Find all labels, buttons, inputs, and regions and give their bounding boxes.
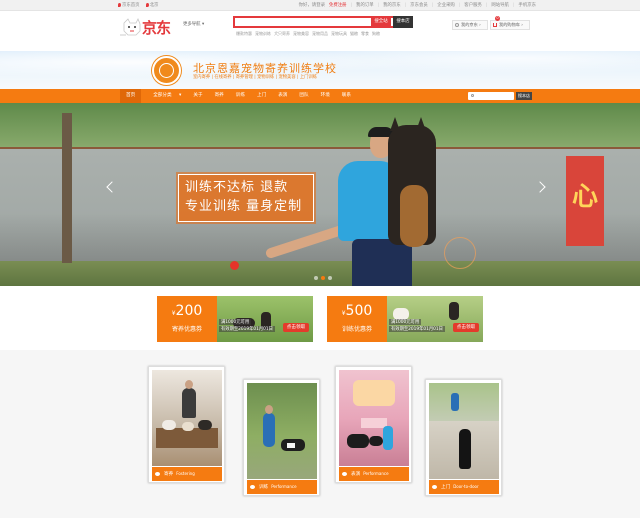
orders-link[interactable]: 我的订单 — [356, 2, 374, 8]
hot-keyword[interactable]: 狗粮 — [372, 31, 380, 37]
shop-search-input[interactable] — [468, 92, 514, 100]
location-selector[interactable]: 北京 — [145, 2, 158, 8]
nav-all-categories[interactable]: 全部分类 ▾ — [141, 89, 187, 103]
login-link[interactable]: 你好，请登录 — [299, 2, 325, 8]
home-link[interactable]: 京东首页 — [118, 2, 140, 8]
vip-link[interactable]: 京东会员 — [410, 2, 428, 8]
service-card-door-to-door[interactable]: 上门 Door-to-door — [425, 379, 502, 496]
cart-count-badge: 0 — [495, 16, 500, 21]
hot-keyword[interactable]: 宠物训练 — [255, 31, 271, 37]
nav-team[interactable]: 团队 — [293, 89, 314, 103]
paw-icon — [155, 472, 160, 476]
hot-keyword[interactable]: 猫粮 — [350, 31, 358, 37]
service-cards: 寄养 Fostering 训练 Performance 表演 Performance … — [0, 350, 640, 518]
search-shop-button[interactable]: 搜本店 — [393, 16, 413, 28]
fostering-coupon[interactable]: ¥200 寄养优惠券 满1000元可用 有效期至2019年01月01日 点击领取 — [157, 296, 313, 342]
fostering-photo — [152, 370, 222, 466]
top-utility-bar: 京东首页 北京 你好，请登录 免费注册 | 我的订单 | 我的京东 | 京东会员… — [0, 0, 640, 11]
shop-subtitle: 室内寄养 | 在线寄养 | 寄养管理 | 宠物训练 | 宠物美容 | 上门训练 — [193, 75, 318, 80]
nav-door-to-door[interactable]: 上门 — [251, 89, 272, 103]
user-icon — [455, 23, 459, 27]
hot-keyword[interactable]: 零食 — [361, 31, 369, 37]
carousel-dot-active[interactable] — [321, 276, 325, 280]
register-link[interactable]: 免费注册 — [329, 2, 347, 8]
logo-text: 京东 — [142, 19, 171, 37]
hero-carousel[interactable]: 心 训练不达标 退款 专业训练 量身定制 — [0, 103, 640, 286]
door-to-door-photo — [429, 383, 499, 479]
nav-fostering[interactable]: 寄养 — [209, 89, 230, 103]
hot-keyword[interactable]: 宠物玩具 — [331, 31, 347, 37]
claim-coupon-button[interactable]: 点击领取 — [453, 323, 479, 332]
home-icon — [118, 2, 121, 7]
service-link[interactable]: 客户服务 — [464, 2, 482, 8]
red-ball — [230, 261, 239, 270]
hot-keyword[interactable]: 爆款特惠 — [236, 31, 252, 37]
nav-about[interactable]: 关于 — [187, 89, 208, 103]
nav-training[interactable]: 训练 — [230, 89, 251, 103]
paw-icon — [159, 63, 174, 78]
location-pin-icon — [145, 2, 149, 7]
coupon-section: ¥200 寄养优惠券 满1000元可用 有效期至2019年01月01日 点击领取… — [0, 286, 640, 350]
shop-search-button[interactable]: 搜本店 — [516, 92, 532, 100]
search-icon — [471, 94, 474, 97]
hero-slogan: 训练不达标 退款 专业训练 量身定制 — [178, 174, 314, 222]
carousel-dot[interactable] — [314, 276, 318, 280]
shop-banner: 北京恩嘉宠物寄养训练学校 室内寄养 | 在线寄养 | 寄养管理 | 宠物训练 |… — [0, 51, 640, 89]
nav-performance[interactable]: 表演 — [272, 89, 293, 103]
watermark-stamp — [444, 237, 476, 269]
shop-logo[interactable] — [152, 56, 181, 85]
more-nav-button[interactable]: 更多导航 ▾ — [183, 21, 204, 27]
claim-coupon-button[interactable]: 点击领取 — [283, 323, 309, 332]
service-card-training[interactable]: 训练 Performance — [243, 379, 320, 496]
performance-photo — [339, 370, 409, 466]
jd-logo[interactable]: 京东 — [118, 15, 182, 41]
my-jd-link[interactable]: 我的京东 — [383, 2, 401, 8]
shop-nav: 首页 全部分类 ▾ 关于 寄养 训练 上门 表演 团队 环境 联系 搜本店 — [0, 89, 640, 103]
cart-icon — [493, 23, 497, 27]
hot-keywords: 爆款特惠 宠物训练 犬只寄养 宠物美容 宠物用品 宠物玩具 猫粮 零食 狗粮 — [236, 31, 380, 37]
service-card-fostering[interactable]: 寄养 Fostering — [148, 366, 225, 483]
carousel-dots — [314, 276, 332, 280]
cart-button[interactable]: 0 我的购物车 › — [490, 16, 530, 30]
red-wall-sign: 心 — [566, 156, 604, 246]
header: 京东 更多导航 ▾ 搜全站 搜本店 爆款特惠 宠物训练 犬只寄养 宠物美容 宠物… — [0, 11, 640, 59]
hot-keyword[interactable]: 宠物美容 — [293, 31, 309, 37]
nav-home[interactable]: 首页 — [120, 89, 142, 103]
site-nav-link[interactable]: 网站导航 — [491, 2, 509, 8]
hot-keyword[interactable]: 犬只寄养 — [274, 31, 290, 37]
mobile-jd-link[interactable]: 手机京东 — [518, 2, 536, 8]
enterprise-link[interactable]: 企业采购 — [437, 2, 455, 8]
search-all-button[interactable]: 搜全站 — [371, 16, 391, 28]
my-jd-button[interactable]: 我的京东 › — [452, 20, 488, 30]
hot-keyword[interactable]: 宠物用品 — [312, 31, 328, 37]
carousel-dot[interactable] — [328, 276, 332, 280]
paw-icon — [342, 472, 347, 476]
search-input[interactable] — [237, 18, 377, 26]
service-card-performance[interactable]: 表演 Performance — [335, 366, 412, 483]
paw-icon — [250, 485, 255, 489]
training-coupon[interactable]: ¥500 训练优惠券 满1000元可用 有效期至2019年01月01日 点击领取 — [327, 296, 483, 342]
training-photo — [247, 383, 317, 479]
nav-environment[interactable]: 环境 — [315, 89, 336, 103]
paw-icon — [432, 485, 437, 489]
search-box: 搜全站 搜本店 — [233, 16, 413, 28]
nav-contact[interactable]: 联系 — [336, 89, 357, 103]
